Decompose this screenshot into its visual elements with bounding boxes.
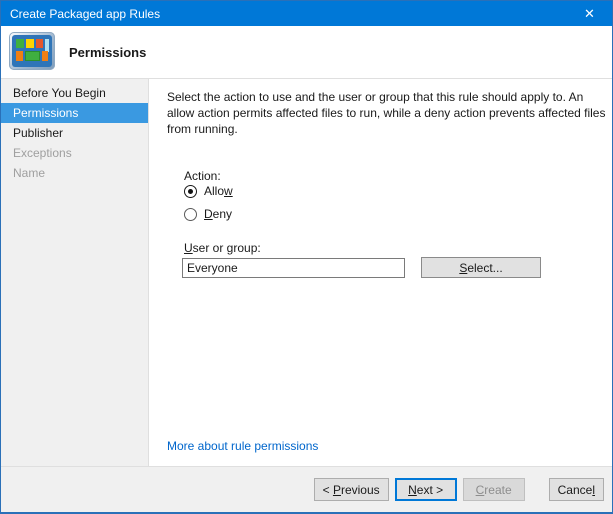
icon-tile — [16, 39, 24, 48]
user-or-group-label: User or group: — [184, 241, 261, 255]
next-button[interactable]: Next > — [395, 478, 457, 501]
sidebar-item-publisher[interactable]: Publisher — [1, 123, 148, 143]
title-bar[interactable]: Create Packaged app Rules ✕ — [1, 1, 612, 26]
wizard-header: Permissions — [1, 26, 612, 79]
allow-radio-button[interactable] — [184, 185, 197, 198]
icon-tile — [42, 51, 48, 61]
window-title: Create Packaged app Rules — [1, 7, 160, 21]
icon-tile — [36, 39, 43, 48]
sidebar-item-exceptions: Exceptions — [1, 143, 148, 163]
wizard-page-content: Select the action to use and the user or… — [150, 79, 611, 466]
select-button[interactable]: Select... — [421, 257, 541, 278]
allow-radio-label: Allow — [204, 184, 233, 198]
create-button: Create — [463, 478, 525, 501]
packaged-app-tiles-icon — [9, 32, 55, 70]
more-about-rule-permissions-link[interactable]: More about rule permissions — [167, 439, 318, 453]
sidebar-item-before-you-begin[interactable]: Before You Begin — [1, 83, 148, 103]
page-title: Permissions — [69, 26, 146, 78]
icon-tile — [25, 51, 40, 61]
wizard-steps-sidebar: Before You Begin Permissions Publisher E… — [1, 79, 149, 466]
user-or-group-input[interactable] — [182, 258, 405, 278]
icon-tile — [26, 39, 34, 48]
deny-radio-button[interactable] — [184, 208, 197, 221]
cancel-button[interactable]: Cancel — [549, 478, 604, 501]
icon-panel — [12, 35, 52, 67]
previous-button[interactable]: < Previous — [314, 478, 389, 501]
deny-radio-label: Deny — [204, 207, 232, 221]
page-description: Select the action to use and the user or… — [167, 89, 613, 137]
icon-tile — [16, 51, 23, 61]
action-label: Action: — [184, 169, 221, 183]
wizard-button-bar: < Previous Next > Create Cancel — [1, 466, 612, 512]
create-packaged-app-rules-dialog: Create Packaged app Rules ✕ Permissions … — [0, 0, 613, 514]
sidebar-item-name: Name — [1, 163, 148, 183]
deny-radio-row[interactable]: Deny — [184, 207, 232, 221]
close-icon[interactable]: ✕ — [567, 1, 612, 26]
allow-radio-row[interactable]: Allow — [184, 184, 233, 198]
sidebar-item-permissions[interactable]: Permissions — [1, 103, 148, 123]
